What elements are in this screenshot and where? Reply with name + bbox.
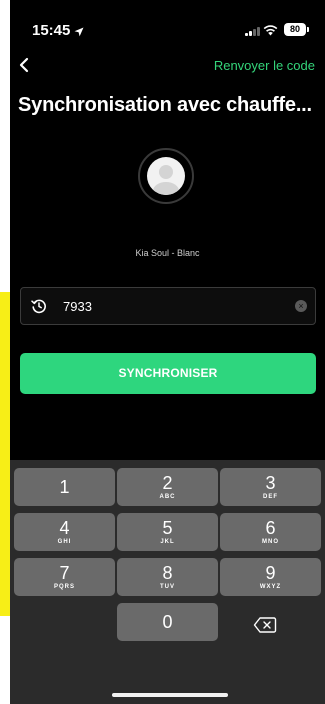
synchronize-button[interactable]: SYNCHRONISER (20, 353, 316, 394)
key-5[interactable]: 5 JKL (117, 513, 218, 551)
status-time: 15:45 (32, 22, 71, 39)
delete-key[interactable] (253, 616, 293, 640)
page-title: Synchronisation avec chauffe... (18, 94, 312, 116)
numeric-keypad: 1 2 ABC 3 DEF 4 GHI 5 JKL 6 MNO 7 PQRS 8… (10, 460, 325, 704)
back-button[interactable] (16, 56, 34, 74)
clear-icon[interactable]: × (295, 300, 307, 312)
key-letters: MNO (262, 539, 279, 545)
key-letters: JKL (160, 539, 175, 545)
signal-icon (245, 26, 261, 36)
history-icon (31, 298, 47, 319)
home-indicator[interactable] (112, 693, 228, 697)
key-number: 7 (59, 563, 70, 583)
key-7[interactable]: 7 PQRS (14, 558, 115, 596)
status-bar: 15:45 80 (10, 0, 325, 48)
avatar (138, 148, 194, 204)
key-letters: DEF (263, 494, 278, 500)
key-8[interactable]: 8 TUV (117, 558, 218, 596)
key-0[interactable]: 0 (117, 603, 218, 641)
key-letters: GHI (57, 539, 72, 545)
key-letters: WXYZ (259, 584, 282, 590)
key-1[interactable]: 1 (14, 468, 115, 506)
key-number: 9 (265, 563, 276, 583)
battery-icon: 80 (284, 23, 309, 36)
key-letters: ABC (159, 494, 176, 500)
key-number: 8 (162, 563, 173, 583)
phone-screen: 15:45 80 Renvoyer le code Synchronisatio… (10, 0, 325, 704)
code-input-field[interactable]: 7933 × (20, 287, 316, 325)
key-number: 0 (162, 612, 173, 632)
key-letters: TUV (160, 584, 175, 590)
key-number: 2 (162, 473, 173, 493)
key-number: 6 (265, 518, 276, 538)
key-9[interactable]: 9 WXYZ (220, 558, 321, 596)
key-letters: PQRS (53, 584, 75, 590)
user-avatar-icon (147, 157, 185, 195)
key-3[interactable]: 3 DEF (220, 468, 321, 506)
key-number: 3 (265, 473, 276, 493)
key-2[interactable]: 2 ABC (117, 468, 218, 506)
code-input-value: 7933 (63, 299, 92, 314)
wifi-icon (263, 23, 278, 41)
resend-code-link[interactable]: Renvoyer le code (214, 58, 315, 73)
key-4[interactable]: 4 GHI (14, 513, 115, 551)
key-6[interactable]: 6 MNO (220, 513, 321, 551)
highlight-bar (0, 292, 10, 616)
vehicle-label: Kia Soul - Blanc (135, 248, 200, 258)
key-number: 4 (59, 518, 70, 538)
key-number: 1 (59, 477, 70, 497)
location-arrow-icon (74, 24, 84, 42)
key-number: 5 (162, 518, 173, 538)
chevron-left-icon (19, 57, 29, 73)
backspace-icon (253, 617, 277, 633)
